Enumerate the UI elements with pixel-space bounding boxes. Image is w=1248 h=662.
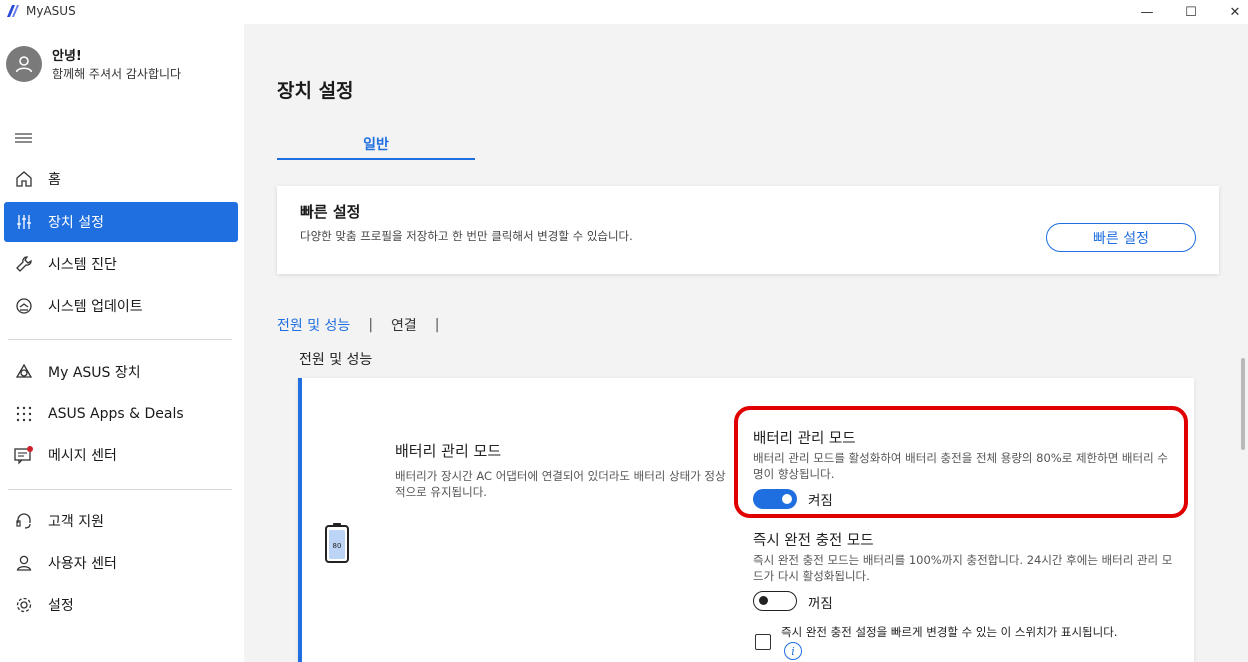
tab-connection[interactable]: 연결 [391,315,417,335]
sidebar-item-label: ASUS Apps & Deals [48,406,184,422]
tab-separator: | [434,317,440,333]
info-icon[interactable]: i [784,642,802,660]
person-icon [15,56,33,73]
apps-grid-icon [4,404,44,424]
sidebar-item-system-diagnosis[interactable]: 시스템 진단 [4,244,238,284]
user-greeting: 안녕! [52,49,82,64]
sidebar-item-home[interactable]: 홈 [4,159,238,199]
section-title: 전원 및 성능 [299,352,373,368]
sidebar-divider [8,339,232,340]
message-icon [4,445,44,465]
sidebar-item-device-settings[interactable]: 장치 설정 [4,202,238,242]
sidebar-item-system-update[interactable]: 시스템 업데이트 [4,286,238,326]
sidebar: 안녕! 함께해 주셔서 감사합니다 홈 장치 설정 시스템 진단 시스템 업데이… [0,24,244,662]
quick-settings-card: 빠른 설정 다양한 맞춤 프로필을 저장하고 한 번만 클릭해서 변경할 수 있… [277,186,1219,274]
instant-full-charge-desc: 즉시 완전 충전 모드는 배터리를 100%까지 충전합니다. 24시간 후에는… [753,553,1173,583]
sidebar-item-label: 메시지 센터 [48,448,117,464]
quick-settings-desc: 다양한 맞춤 프로필을 저장하고 한 번만 클릭해서 변경할 수 있습니다. [300,229,633,243]
instant-full-charge-state: 꺼짐 [808,596,833,612]
quick-settings-title: 빠른 설정 [300,203,361,221]
close-button[interactable]: ✕ [1212,0,1248,24]
sidebar-divider [8,489,232,490]
sub-tabs: 전원 및 성능 | 연결 | [277,315,458,335]
update-icon [4,296,44,316]
headset-icon [4,511,44,531]
tab-separator: | [368,317,374,333]
instant-full-charge-title: 즉시 완전 충전 모드 [753,533,874,549]
quick-settings-button[interactable]: 빠른 설정 [1046,223,1196,252]
maximize-button[interactable]: ☐ [1168,0,1214,24]
sidebar-item-label: 고객 지원 [48,514,104,530]
wrench-icon [4,254,44,274]
sidebar-item-label: 시스템 진단 [48,257,117,273]
home-icon [4,169,44,189]
gear-icon [4,595,44,615]
sidebar-item-label: 장치 설정 [48,215,104,231]
sliders-icon [4,212,44,232]
user-thanks: 함께해 주셔서 감사합니다 [52,67,182,81]
title-bar: MyASUS — ☐ ✕ [0,0,1248,24]
triangle-device-icon [4,362,44,382]
hamburger-menu-icon[interactable] [14,130,34,146]
sidebar-item-message-center[interactable]: 메시지 센터 [4,435,238,475]
sidebar-item-label: 사용자 센터 [48,556,117,572]
show-switch-checkbox[interactable] [755,634,771,650]
sidebar-item-user-center[interactable]: 사용자 센터 [4,543,238,583]
sidebar-item-label: 시스템 업데이트 [48,299,143,315]
sidebar-item-settings[interactable]: 설정 [4,585,238,625]
instant-full-charge-toggle[interactable] [753,591,797,611]
sidebar-item-label: 설정 [48,598,74,614]
battery-mode-heading: 배터리 관리 모드 [395,442,502,460]
tab-power-performance[interactable]: 전원 및 성능 [277,315,350,335]
sidebar-item-label: 홈 [48,172,61,188]
battery-mode-summary: 배터리가 장시간 AC 어댑터에 연결되어 있더라도 배터리 상태가 정상적으로… [395,469,726,499]
sidebar-item-apps-deals[interactable]: ASUS Apps & Deals [4,394,238,434]
myasus-logo-icon [7,5,19,17]
show-switch-label: 즉시 완전 충전 설정을 빠르게 변경할 수 있는 이 스위치가 표시됩니다. [781,625,1118,639]
page-title: 장치 설정 [277,80,354,102]
battery-icon: 80 [325,523,349,563]
app-title: MyASUS [26,4,76,18]
sidebar-item-label: My ASUS 장치 [48,365,141,381]
tab-general[interactable]: 일반 [277,134,475,160]
person-icon [4,553,44,573]
scrollbar-thumb[interactable] [1241,358,1245,450]
sidebar-item-my-asus-device[interactable]: My ASUS 장치 [4,352,238,392]
minimize-button[interactable]: — [1124,0,1170,24]
sidebar-item-customer-support[interactable]: 고객 지원 [4,501,238,541]
avatar[interactable] [6,46,42,82]
battery-level-label: 80 [333,542,342,550]
highlight-annotation [734,406,1188,518]
